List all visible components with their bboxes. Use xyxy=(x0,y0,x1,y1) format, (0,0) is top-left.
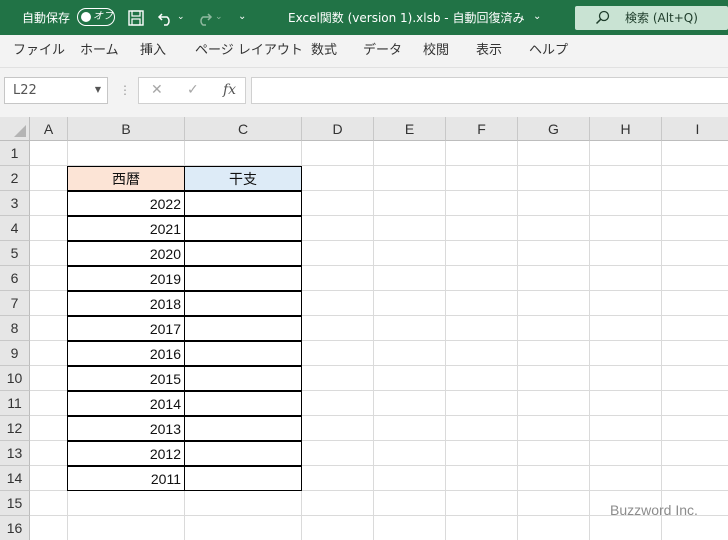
cell-c9[interactable] xyxy=(184,341,302,366)
cell-b10[interactable]: 2015 xyxy=(67,366,185,391)
cell-b2-header[interactable]: 西暦 xyxy=(67,166,185,191)
select-all-triangle-icon xyxy=(14,125,26,137)
cell-b5[interactable]: 2020 xyxy=(67,241,185,266)
cell-c6[interactable] xyxy=(184,266,302,291)
worksheet-grid[interactable]: A B C D E F G H I 1 2 3 4 5 6 7 8 9 10 1… xyxy=(0,117,728,540)
cell-c10[interactable] xyxy=(184,366,302,391)
name-box[interactable]: L22 ▼ xyxy=(4,77,108,104)
row-header-12[interactable]: 12 xyxy=(0,416,30,441)
cell-c13[interactable] xyxy=(184,441,302,466)
row-header-4[interactable]: 4 xyxy=(0,216,30,241)
tab-formulas[interactable]: 数式 xyxy=(311,43,337,59)
column-header-h[interactable]: H xyxy=(590,117,662,141)
tab-data[interactable]: データ xyxy=(363,43,402,59)
title-dropdown-icon[interactable]: ⌄ xyxy=(533,9,541,25)
autosave-toggle[interactable]: オフ xyxy=(77,8,115,26)
formula-buttons: ✕ ✓ fx xyxy=(138,77,246,104)
select-all-corner[interactable] xyxy=(0,117,30,141)
redo-dropdown-icon[interactable]: ⌄ xyxy=(215,9,223,25)
search-label: 検索 (Alt+Q) xyxy=(625,11,698,25)
tab-home[interactable]: ホーム xyxy=(80,43,119,59)
watermark: Buzzword Inc. xyxy=(610,502,698,518)
cell-c5[interactable] xyxy=(184,241,302,266)
autosave-label: 自動保存 xyxy=(22,11,71,25)
row-header-5[interactable]: 5 xyxy=(0,241,30,266)
cell-b8[interactable]: 2017 xyxy=(67,316,185,341)
column-header-e[interactable]: E xyxy=(374,117,446,141)
cell-b11[interactable]: 2014 xyxy=(67,391,185,416)
column-header-i[interactable]: I xyxy=(662,117,728,141)
title-bar: 自動保存 オフ ⌄ ⌄ ⌄ Excel関数 (version 1).xlsb -… xyxy=(0,0,728,35)
row-header-7[interactable]: 7 xyxy=(0,291,30,316)
cell-c4[interactable] xyxy=(184,216,302,241)
search-icon xyxy=(595,10,610,25)
column-header-d[interactable]: D xyxy=(302,117,374,141)
row-header-10[interactable]: 10 xyxy=(0,366,30,391)
column-header-f[interactable]: F xyxy=(446,117,518,141)
column-header-b[interactable]: B xyxy=(68,117,185,141)
formula-bar-dots-icon: ⋮ xyxy=(119,83,131,97)
row-header-9[interactable]: 9 xyxy=(0,341,30,366)
cell-c3[interactable] xyxy=(184,191,302,216)
cell-b13[interactable]: 2012 xyxy=(67,441,185,466)
cell-c11[interactable] xyxy=(184,391,302,416)
autosave-state: オフ xyxy=(93,11,113,22)
cell-c14[interactable] xyxy=(184,466,302,491)
row-header-13[interactable]: 13 xyxy=(0,441,30,466)
toggle-knob xyxy=(81,12,91,22)
cell-b14[interactable]: 2011 xyxy=(67,466,185,491)
cell-b4[interactable]: 2021 xyxy=(67,216,185,241)
document-title: Excel関数 (version 1).xlsb - 自動回復済み xyxy=(288,11,525,25)
column-header-g[interactable]: G xyxy=(518,117,590,141)
tab-file[interactable]: ファイル xyxy=(13,43,65,59)
ribbon-tabs: ファイル ホーム 挿入 ページ レイアウト 数式 データ 校閲 表示 ヘルプ xyxy=(0,35,728,68)
redo-icon[interactable] xyxy=(194,8,214,28)
name-box-dropdown-icon[interactable]: ▼ xyxy=(95,85,101,94)
row-header-3[interactable]: 3 xyxy=(0,191,30,216)
undo-icon[interactable] xyxy=(156,8,176,28)
name-box-value: L22 xyxy=(13,83,37,98)
row-header-11[interactable]: 11 xyxy=(0,391,30,416)
cell-c8[interactable] xyxy=(184,316,302,341)
row-header-14[interactable]: 14 xyxy=(0,466,30,491)
row-header-1[interactable]: 1 xyxy=(0,141,30,166)
tab-insert[interactable]: 挿入 xyxy=(140,43,166,59)
undo-dropdown-icon[interactable]: ⌄ xyxy=(177,9,185,25)
cell-b6[interactable]: 2019 xyxy=(67,266,185,291)
tab-review[interactable]: 校閲 xyxy=(423,43,449,59)
row-header-8[interactable]: 8 xyxy=(0,316,30,341)
row-header-2[interactable]: 2 xyxy=(0,166,30,191)
search-box[interactable]: 検索 (Alt+Q) xyxy=(575,6,728,30)
enter-icon[interactable]: ✓ xyxy=(187,82,199,98)
cell-b9[interactable]: 2016 xyxy=(67,341,185,366)
cell-c2-header[interactable]: 干支 xyxy=(184,166,302,191)
row-header-15[interactable]: 15 xyxy=(0,491,30,516)
tab-view[interactable]: 表示 xyxy=(476,43,502,59)
row-header-16[interactable]: 16 xyxy=(0,516,30,540)
formula-input[interactable] xyxy=(251,77,728,104)
column-header-c[interactable]: C xyxy=(185,117,302,141)
cell-c12[interactable] xyxy=(184,416,302,441)
column-header-a[interactable]: A xyxy=(30,117,68,141)
row-header-6[interactable]: 6 xyxy=(0,266,30,291)
insert-function-icon[interactable]: fx xyxy=(223,82,236,98)
cell-b3[interactable]: 2022 xyxy=(67,191,185,216)
qat-customize-icon[interactable]: ⌄ xyxy=(238,9,246,25)
cell-c7[interactable] xyxy=(184,291,302,316)
save-icon[interactable] xyxy=(126,8,146,28)
tab-page-layout[interactable]: ページ レイアウト xyxy=(195,43,303,59)
tab-help[interactable]: ヘルプ xyxy=(529,43,568,59)
cell-b7[interactable]: 2018 xyxy=(67,291,185,316)
cell-b12[interactable]: 2013 xyxy=(67,416,185,441)
cancel-icon[interactable]: ✕ xyxy=(151,82,163,98)
formula-bar: L22 ▼ ⋮ ✕ ✓ fx xyxy=(0,68,728,117)
